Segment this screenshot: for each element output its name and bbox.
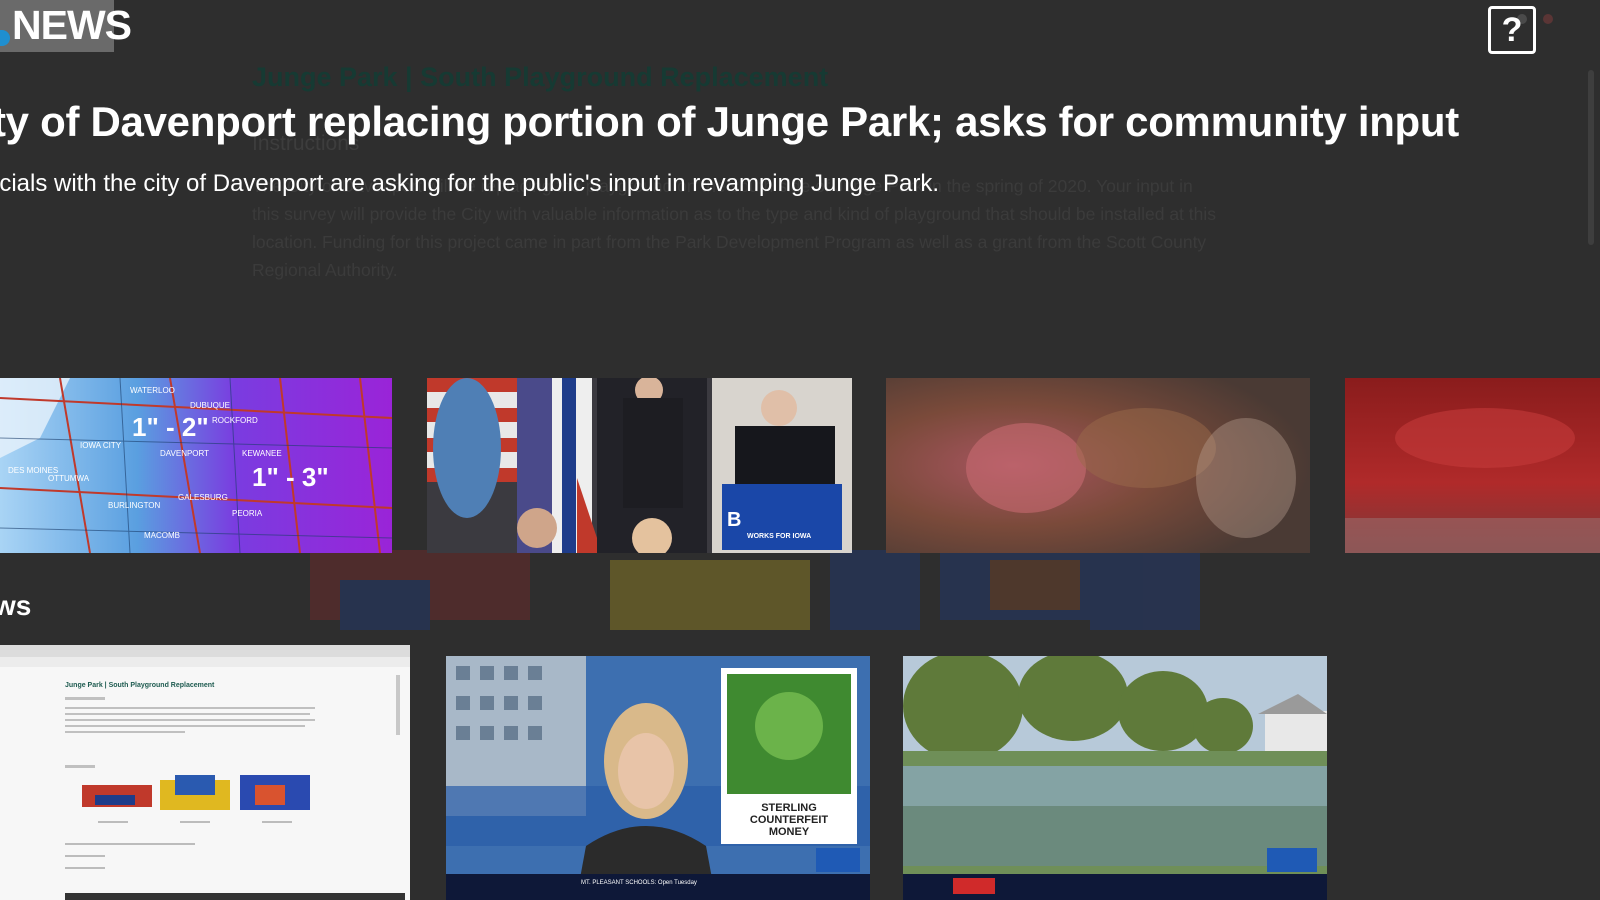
city-kewanee: KEWANEE (242, 449, 282, 458)
city-burlington: BURLINGTON (108, 501, 161, 510)
article-summary: icials with the city of Davenport are as… (0, 170, 940, 197)
background-playground-images (310, 550, 1200, 630)
news-logo[interactable]: NEWS (0, 0, 132, 52)
city-galesburg: GALESBURG (178, 493, 228, 502)
news-ticker: MT. PLEASANT SCHOOLS: Open Tuesday (581, 880, 697, 886)
background-page-title: Junge Park | South Playground Replacemen… (252, 62, 829, 92)
close-dot-icon (1543, 14, 1553, 24)
background-scrollbar (1588, 70, 1594, 245)
survey-thumb-title: Junge Park | South Playground Replacemen… (65, 682, 215, 689)
podium-slogan: WORKS FOR IOWA (747, 533, 811, 540)
thumbnail-blurred-video-1[interactable] (886, 378, 1310, 553)
graphic-text-3: MONEY (769, 826, 810, 838)
logo-text: NEWS (12, 2, 132, 48)
city-ottumwa: OTTUMWA (48, 474, 90, 483)
thumbnail-snow-forecast-map[interactable]: 1" - 2" 1" - 3" WATERLOO DUBUQUE ROCKFOR… (0, 378, 392, 553)
thumbnail-blurred-video-2[interactable] (1345, 378, 1600, 553)
podium-text: B (727, 509, 741, 531)
article-headline[interactable]: ty of Davenport replacing portion of Jun… (0, 98, 1459, 146)
city-iowa-city: IOWA CITY (80, 441, 122, 450)
help-button[interactable]: ? (1488, 6, 1536, 54)
thumbnail-campaign-rally[interactable]: B WORKS FOR IOWA (427, 378, 852, 553)
thumbnail-anchor-counterfeit-money[interactable]: STERLING COUNTERFEIT MONEY MT. PLEASANT … (446, 656, 870, 900)
section-title: ws (0, 590, 32, 621)
city-des-moines: DES MOINES (8, 466, 58, 475)
city-waterloo: WATERLOO (130, 386, 175, 395)
snow-label-1: 1" - 2" (132, 412, 209, 442)
city-peoria: PEORIA (232, 509, 263, 518)
graphic-text-2: COUNTERFEIT (750, 814, 829, 826)
peacock-icon (0, 30, 10, 46)
city-rockford: ROCKFORD (212, 416, 258, 425)
question-icon: ? (1501, 10, 1523, 49)
thumbnail-survey-screenshot[interactable]: Junge Park | South Playground Replacemen… (0, 645, 410, 900)
city-davenport: DAVENPORT (160, 449, 209, 458)
city-dubuque: DUBUQUE (190, 401, 230, 410)
thumbnail-flooded-neighborhood[interactable] (903, 656, 1327, 900)
snow-label-2: 1" - 3" (252, 462, 329, 492)
graphic-text-1: STERLING (761, 802, 817, 814)
city-macomb: MACOMB (144, 531, 180, 540)
